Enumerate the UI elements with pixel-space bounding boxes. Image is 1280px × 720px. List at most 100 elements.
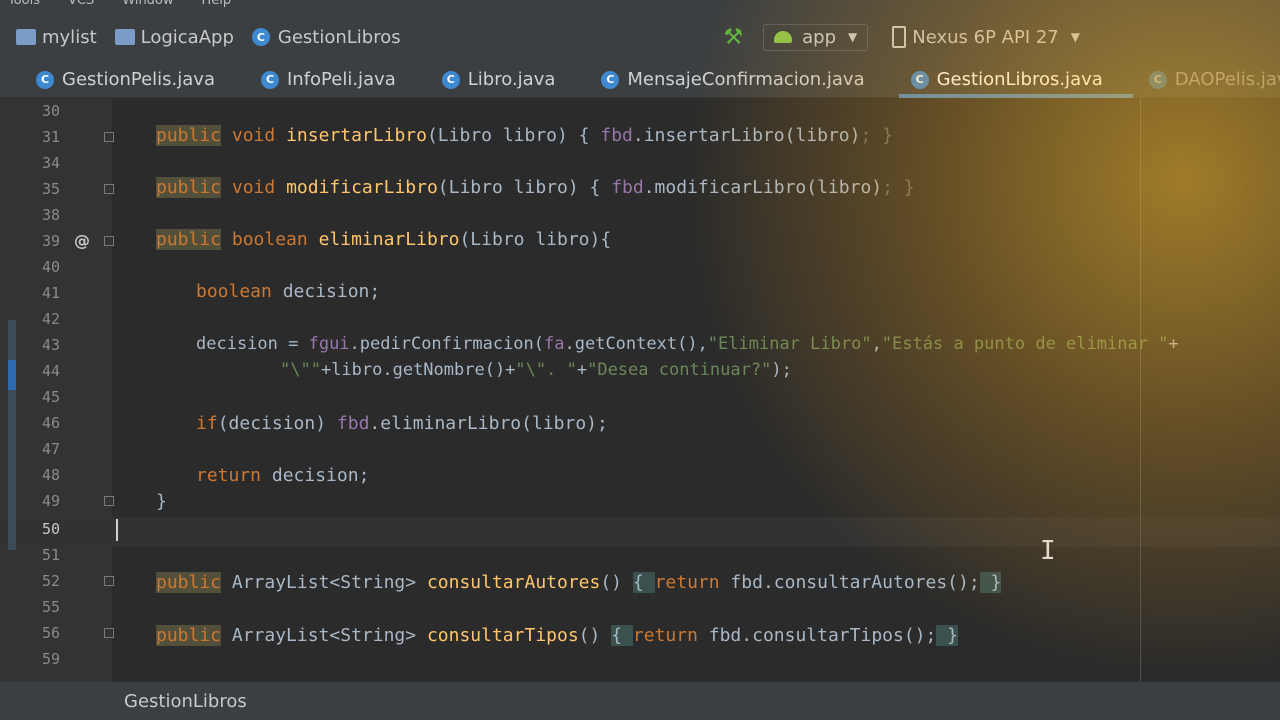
menu-tools[interactable]: Tools xyxy=(8,0,40,12)
keyword: boolean xyxy=(196,281,272,302)
folded-body[interactable]: { xyxy=(632,572,655,593)
code-line-41[interactable]: boolean decision; xyxy=(196,281,380,302)
device-label: Nexus 6P API 27 xyxy=(912,26,1059,48)
code-line-43[interactable]: decision = fgui.pedirConfirmacion(fa.get… xyxy=(196,334,1179,354)
code-text: .insertarLibro(libro) xyxy=(632,125,861,146)
folded-body[interactable]: { xyxy=(611,625,633,646)
string-literal: "Desea continuar?" xyxy=(587,360,772,380)
code-text: + xyxy=(1168,334,1179,354)
device-select[interactable]: Nexus 6P API 27 ▼ xyxy=(892,26,1080,48)
breadcrumb-logicaapp[interactable]: LogicaApp xyxy=(114,26,234,48)
code-text: .eliminarLibro(libro); xyxy=(369,413,608,434)
line-number: 47 xyxy=(41,440,60,458)
code-line-46[interactable]: if(decision) fbd.eliminarLibro(libro); xyxy=(196,413,608,434)
tab-infopeli[interactable]: C InfoPeli.java xyxy=(260,62,396,98)
scroll-marker-strip xyxy=(8,320,16,550)
menu-bar: Tools VCS Window Help xyxy=(0,0,1280,12)
tab-gestionlibros[interactable]: C GestionLibros.java xyxy=(898,62,1133,98)
fold-marker-icon[interactable] xyxy=(104,184,114,194)
code-line-52[interactable]: public ArrayList<String> consultarAutore… xyxy=(156,572,1002,593)
override-icon[interactable]: @ xyxy=(74,231,90,250)
fold-marker-icon[interactable] xyxy=(104,576,114,586)
breadcrumb-label: GestionLibros xyxy=(277,26,401,48)
code-line-44[interactable]: "\""+libro.getNombre()+"\". "+"Desea con… xyxy=(280,360,792,380)
breadcrumb-label: LogicaApp xyxy=(140,26,234,48)
right-margin-guide xyxy=(1140,98,1141,682)
run-config-select[interactable]: app ▼ xyxy=(763,23,869,51)
field: fgui xyxy=(308,334,350,354)
class-icon: C xyxy=(601,70,620,89)
android-icon xyxy=(774,31,793,43)
folder-icon xyxy=(16,29,36,45)
line-number: 40 xyxy=(41,258,60,276)
field: fbd xyxy=(611,177,644,198)
class-icon: C xyxy=(1148,70,1167,89)
method-name: consultarTipos xyxy=(426,625,579,646)
keyword: public xyxy=(156,625,222,646)
fold-marker-icon[interactable] xyxy=(104,496,114,506)
code-text: ArrayList<String> xyxy=(231,625,427,646)
line-number: 35 xyxy=(41,180,60,198)
chevron-down-icon: ▼ xyxy=(848,30,858,44)
code-text: ArrayList<String> xyxy=(231,572,427,593)
line-number: 59 xyxy=(41,650,60,668)
keyword: return xyxy=(632,625,698,646)
code-text: fbd.consultarTipos(); xyxy=(697,625,937,646)
field: fbd xyxy=(600,125,633,146)
fold-marker-icon[interactable] xyxy=(104,628,114,638)
breadcrumb-mylist[interactable]: mylist xyxy=(16,27,97,48)
tab-gestionpelis[interactable]: C GestionPelis.java xyxy=(36,62,215,98)
line-number: 55 xyxy=(41,598,60,616)
line-number: 56 xyxy=(41,624,60,642)
method-name: eliminarLibro xyxy=(318,229,460,250)
code-text: (decision) xyxy=(217,413,337,434)
breadcrumb-gestionlibros[interactable]: C GestionLibros xyxy=(251,26,401,48)
code-text: } xyxy=(156,491,167,512)
string-literal: "\"" xyxy=(280,360,321,380)
method-name: consultarAutores xyxy=(426,572,601,593)
class-icon: C xyxy=(441,70,460,89)
code-text: (Libro libro) { xyxy=(437,177,612,198)
folded-body[interactable]: } xyxy=(979,572,1002,593)
status-breadcrumb[interactable]: GestionLibros xyxy=(124,691,247,712)
folder-icon xyxy=(114,29,135,45)
tab-libro[interactable]: C Libro.java xyxy=(441,62,555,98)
code-line-31[interactable]: public void insertarLibro(Libro libro) {… xyxy=(156,125,893,146)
line-number: 41 xyxy=(41,284,60,302)
line-number: 43 xyxy=(41,336,60,354)
menu-window[interactable]: Window xyxy=(122,0,173,12)
current-line-highlight xyxy=(0,517,1280,547)
fold-marker-icon[interactable] xyxy=(104,236,114,246)
fold-marker-icon[interactable] xyxy=(104,132,114,142)
code-text: .pedirConfirmacion( xyxy=(349,334,545,354)
code-text: () xyxy=(578,625,601,646)
code-line-48[interactable]: return decision; xyxy=(196,465,369,486)
class-icon: C xyxy=(910,70,929,89)
run-toolbar: ⚒ app ▼ Nexus 6P API 27 ▼ xyxy=(723,12,1280,62)
line-number: 44 xyxy=(41,362,60,380)
code-line-35[interactable]: public void modificarLibro(Libro libro) … xyxy=(156,177,915,198)
code-line-49[interactable]: } xyxy=(156,491,167,512)
code-text: fbd.consultarAutores(); xyxy=(719,572,980,593)
code-text: () xyxy=(600,572,623,593)
class-icon: C xyxy=(36,70,54,89)
code-text: (Libro libro){ xyxy=(459,229,612,250)
code-text: +libro.getNombre()+ xyxy=(320,360,516,380)
code-text: decision; xyxy=(261,465,370,486)
line-number: 46 xyxy=(41,414,60,432)
keyword: boolean xyxy=(231,229,308,250)
tab-label: InfoPeli.java xyxy=(286,69,396,90)
hammer-icon[interactable]: ⚒ xyxy=(723,25,743,50)
line-number: 51 xyxy=(41,546,60,564)
tab-daopelis[interactable]: C DAOPelis.java xyxy=(1148,62,1280,98)
tab-mensajeconfirmacion[interactable]: C MensajeConfirmacion.java xyxy=(601,62,865,98)
editor-breadcrumb-bar: GestionLibros xyxy=(0,682,1280,720)
code-line-56[interactable]: public ArrayList<String> consultarTipos(… xyxy=(156,625,959,646)
code-line-39[interactable]: public boolean eliminarLibro(Libro libro… xyxy=(156,229,611,250)
code-text: + xyxy=(576,360,588,380)
folded-body[interactable]: } xyxy=(936,625,959,646)
menu-help[interactable]: Help xyxy=(202,0,232,12)
menu-vcs[interactable]: VCS xyxy=(68,0,94,12)
method-name: modificarLibro xyxy=(286,177,438,198)
method-name: insertarLibro xyxy=(286,125,427,146)
